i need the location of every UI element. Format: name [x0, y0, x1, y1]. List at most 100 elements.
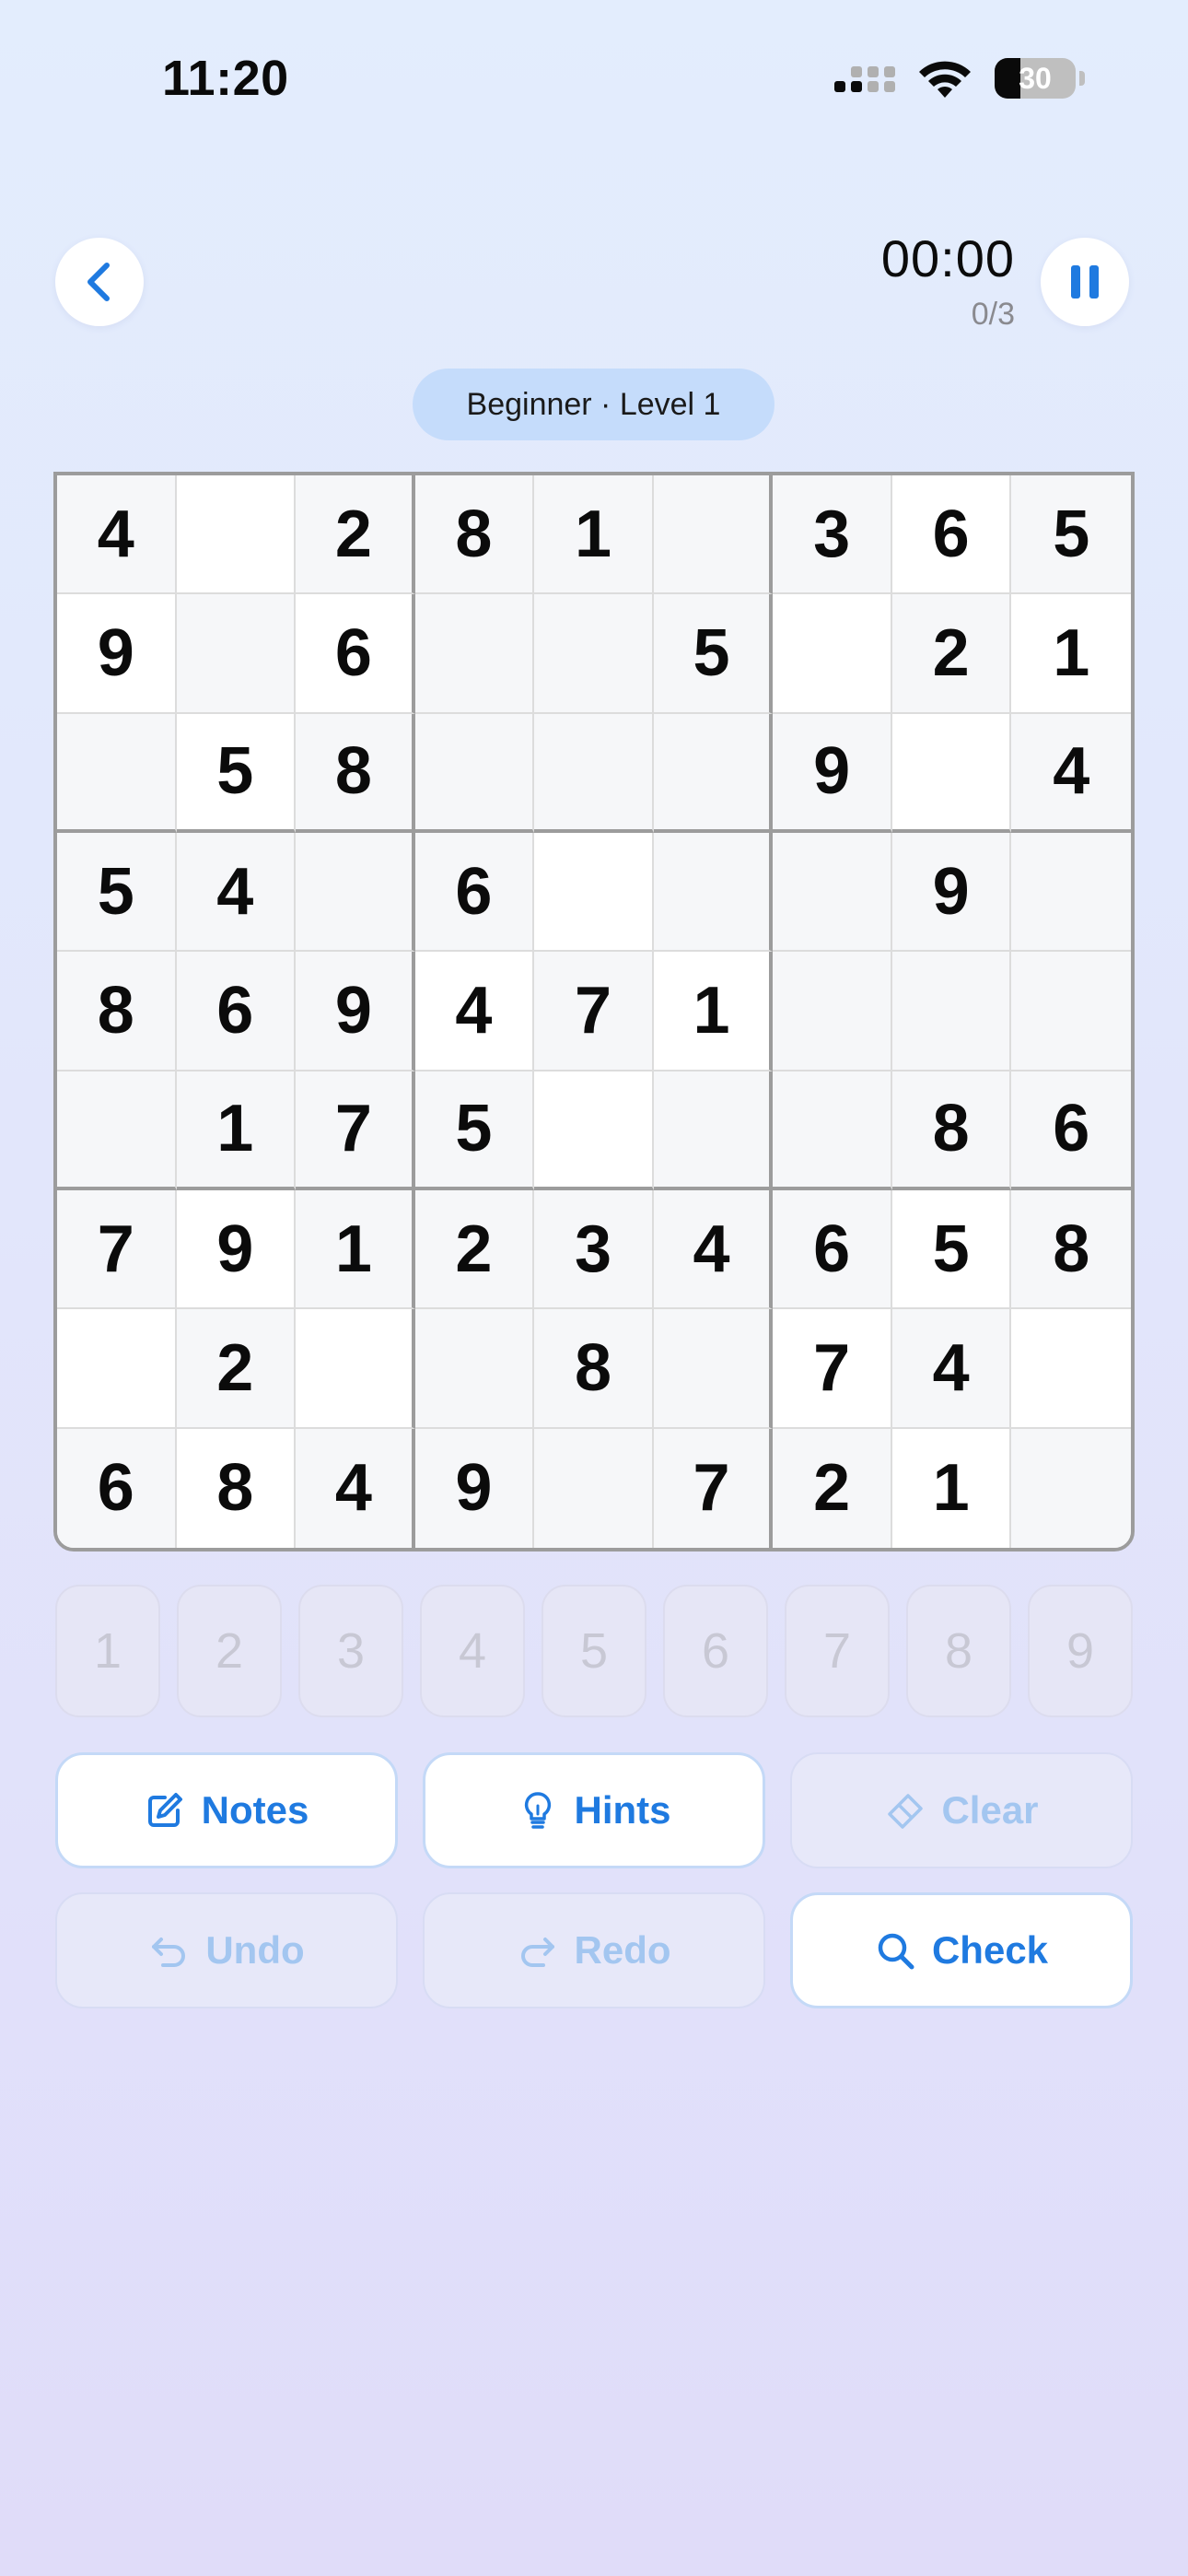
sudoku-cell-r9c6[interactable]: 7: [653, 1428, 774, 1548]
redo-button[interactable]: Redo: [423, 1892, 765, 2008]
sudoku-cell-r1c1[interactable]: 4: [57, 475, 177, 595]
sudoku-cell-r5c5[interactable]: 7: [534, 952, 654, 1071]
sudoku-cell-r7c9[interactable]: 8: [1011, 1189, 1131, 1310]
sudoku-cell-r9c8[interactable]: 1: [891, 1428, 1012, 1548]
sudoku-cell-r5c2[interactable]: 6: [176, 952, 297, 1071]
sudoku-cell-r3c7[interactable]: 9: [773, 713, 892, 833]
number-key-9[interactable]: 9: [1028, 1585, 1133, 1717]
sudoku-cell-r9c9[interactable]: [1011, 1428, 1131, 1548]
sudoku-cell-r2c3[interactable]: 6: [296, 594, 415, 714]
sudoku-cell-r4c6[interactable]: [653, 832, 774, 953]
sudoku-cell-r6c3[interactable]: 7: [296, 1071, 415, 1190]
sudoku-cell-r8c7[interactable]: 7: [773, 1309, 892, 1429]
sudoku-cell-r8c1[interactable]: [57, 1309, 177, 1429]
sudoku-cell-r7c3[interactable]: 1: [296, 1189, 415, 1310]
sudoku-cell-r4c9[interactable]: [1011, 832, 1131, 953]
undo-button[interactable]: Undo: [55, 1892, 398, 2008]
sudoku-cell-r3c6[interactable]: [653, 713, 774, 833]
sudoku-cell-r3c5[interactable]: [534, 713, 654, 833]
pause-button[interactable]: [1041, 238, 1129, 326]
sudoku-cell-r6c4[interactable]: 5: [414, 1071, 535, 1190]
sudoku-cell-r1c7[interactable]: 3: [773, 475, 892, 595]
sudoku-cell-r1c3[interactable]: 2: [296, 475, 415, 595]
sudoku-cell-r4c4[interactable]: 6: [414, 832, 535, 953]
sudoku-cell-r2c7[interactable]: [773, 594, 892, 714]
sudoku-cell-r9c3[interactable]: 4: [296, 1428, 415, 1548]
sudoku-cell-r9c4[interactable]: 9: [414, 1428, 535, 1548]
sudoku-cell-r7c4[interactable]: 2: [414, 1189, 535, 1310]
number-key-2[interactable]: 2: [177, 1585, 282, 1717]
sudoku-cell-r6c2[interactable]: 1: [176, 1071, 297, 1190]
notes-button[interactable]: Notes: [55, 1752, 398, 1868]
number-key-6[interactable]: 6: [663, 1585, 768, 1717]
sudoku-cell-r2c9[interactable]: 1: [1011, 594, 1131, 714]
sudoku-cell-r1c6[interactable]: [653, 475, 774, 595]
sudoku-cell-r2c6[interactable]: 5: [653, 594, 774, 714]
number-key-8[interactable]: 8: [906, 1585, 1011, 1717]
sudoku-cell-r7c1[interactable]: 7: [57, 1189, 177, 1310]
sudoku-cell-r8c5[interactable]: 8: [534, 1309, 654, 1429]
sudoku-cell-r6c6[interactable]: [653, 1071, 774, 1190]
number-key-4[interactable]: 4: [420, 1585, 525, 1717]
sudoku-cell-r7c7[interactable]: 6: [773, 1189, 892, 1310]
back-button[interactable]: [55, 238, 144, 326]
sudoku-cell-r8c6[interactable]: [653, 1309, 774, 1429]
sudoku-cell-r8c9[interactable]: [1011, 1309, 1131, 1429]
number-key-3[interactable]: 3: [298, 1585, 403, 1717]
sudoku-cell-r9c2[interactable]: 8: [176, 1428, 297, 1548]
sudoku-cell-r8c4[interactable]: [414, 1309, 535, 1429]
sudoku-cell-r5c1[interactable]: 8: [57, 952, 177, 1071]
check-button[interactable]: Check: [790, 1892, 1133, 2008]
sudoku-cell-r5c4[interactable]: 4: [414, 952, 535, 1071]
sudoku-cell-r7c5[interactable]: 3: [534, 1189, 654, 1310]
notes-label: Notes: [201, 1788, 309, 1832]
number-key-1[interactable]: 1: [55, 1585, 160, 1717]
sudoku-cell-r4c8[interactable]: 9: [891, 832, 1012, 953]
sudoku-cell-r7c2[interactable]: 9: [176, 1189, 297, 1310]
number-key-5[interactable]: 5: [542, 1585, 646, 1717]
sudoku-cell-r2c4[interactable]: [414, 594, 535, 714]
sudoku-cell-r4c2[interactable]: 4: [176, 832, 297, 953]
sudoku-cell-r8c2[interactable]: 2: [176, 1309, 297, 1429]
sudoku-cell-r1c8[interactable]: 6: [891, 475, 1012, 595]
sudoku-cell-r2c8[interactable]: 2: [891, 594, 1012, 714]
sudoku-cell-r1c5[interactable]: 1: [534, 475, 654, 595]
sudoku-cell-r9c7[interactable]: 2: [773, 1428, 892, 1548]
sudoku-cell-r3c4[interactable]: [414, 713, 535, 833]
hints-button[interactable]: Hints: [423, 1752, 765, 1868]
sudoku-cell-r8c3[interactable]: [296, 1309, 415, 1429]
sudoku-cell-r3c1[interactable]: [57, 713, 177, 833]
sudoku-cell-r4c1[interactable]: 5: [57, 832, 177, 953]
sudoku-cell-r4c5[interactable]: [534, 832, 654, 953]
sudoku-cell-r6c5[interactable]: [534, 1071, 654, 1190]
sudoku-cell-r3c8[interactable]: [891, 713, 1012, 833]
sudoku-cell-r8c8[interactable]: 4: [891, 1309, 1012, 1429]
sudoku-cell-r2c2[interactable]: [176, 594, 297, 714]
clear-button[interactable]: Clear: [790, 1752, 1133, 1868]
sudoku-cell-r6c9[interactable]: 6: [1011, 1071, 1131, 1190]
sudoku-cell-r4c3[interactable]: [296, 832, 415, 953]
sudoku-cell-r5c7[interactable]: [773, 952, 892, 1071]
number-key-7[interactable]: 7: [785, 1585, 890, 1717]
sudoku-cell-r7c6[interactable]: 4: [653, 1189, 774, 1310]
sudoku-cell-r3c2[interactable]: 5: [176, 713, 297, 833]
sudoku-cell-r3c3[interactable]: 8: [296, 713, 415, 833]
sudoku-cell-r2c5[interactable]: [534, 594, 654, 714]
sudoku-cell-r6c8[interactable]: 8: [891, 1071, 1012, 1190]
sudoku-cell-r1c9[interactable]: 5: [1011, 475, 1131, 595]
sudoku-cell-r7c8[interactable]: 5: [891, 1189, 1012, 1310]
sudoku-cell-r5c9[interactable]: [1011, 952, 1131, 1071]
sudoku-cell-r1c2[interactable]: [176, 475, 297, 595]
sudoku-cell-r5c3[interactable]: 9: [296, 952, 415, 1071]
status-icons: 30: [833, 57, 1085, 100]
sudoku-cell-r6c1[interactable]: [57, 1071, 177, 1190]
sudoku-cell-r5c8[interactable]: [891, 952, 1012, 1071]
sudoku-cell-r9c5[interactable]: [534, 1428, 654, 1548]
sudoku-cell-r1c4[interactable]: 8: [414, 475, 535, 595]
sudoku-cell-r2c1[interactable]: 9: [57, 594, 177, 714]
sudoku-cell-r3c9[interactable]: 4: [1011, 713, 1131, 833]
sudoku-cell-r9c1[interactable]: 6: [57, 1428, 177, 1548]
sudoku-cell-r4c7[interactable]: [773, 832, 892, 953]
sudoku-cell-r6c7[interactable]: [773, 1071, 892, 1190]
sudoku-cell-r5c6[interactable]: 1: [653, 952, 774, 1071]
